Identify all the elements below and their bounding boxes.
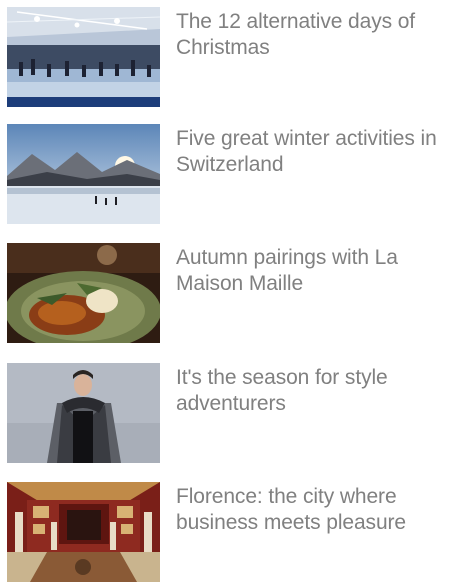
article-title[interactable]: It's the season for style adventurers <box>176 365 466 417</box>
article-title[interactable]: Autumn pairings with La Maison Maille <box>176 245 466 297</box>
article-item-autumn-pairings-maille[interactable]: Autumn pairings with La Maison Maille <box>0 243 469 347</box>
snowy-lake-mountains-image[interactable] <box>7 124 160 224</box>
article-item-alternative-days-christmas[interactable]: The 12 alternative days of Christmas <box>0 7 469 111</box>
article-title[interactable]: Florence: the city where business meets … <box>176 484 466 536</box>
article-item-florence[interactable]: Florence: the city where business meets … <box>0 482 469 586</box>
article-item-style-adventurers[interactable]: It's the season for style adventurers <box>0 363 469 467</box>
article-item-winter-activities-switzerland[interactable]: Five great winter activities in Switzerl… <box>0 124 469 228</box>
roast-dish-plate-image[interactable] <box>7 243 160 343</box>
florence-gallery-hall-image[interactable] <box>7 482 160 582</box>
article-title[interactable]: The 12 alternative days of Christmas <box>176 9 466 61</box>
article-list: The 12 alternative days of Christmas Fiv… <box>0 0 469 585</box>
man-in-coat-image[interactable] <box>7 363 160 463</box>
ice-skating-rink-image[interactable] <box>7 7 160 107</box>
article-title[interactable]: Five great winter activities in Switzerl… <box>176 126 466 178</box>
